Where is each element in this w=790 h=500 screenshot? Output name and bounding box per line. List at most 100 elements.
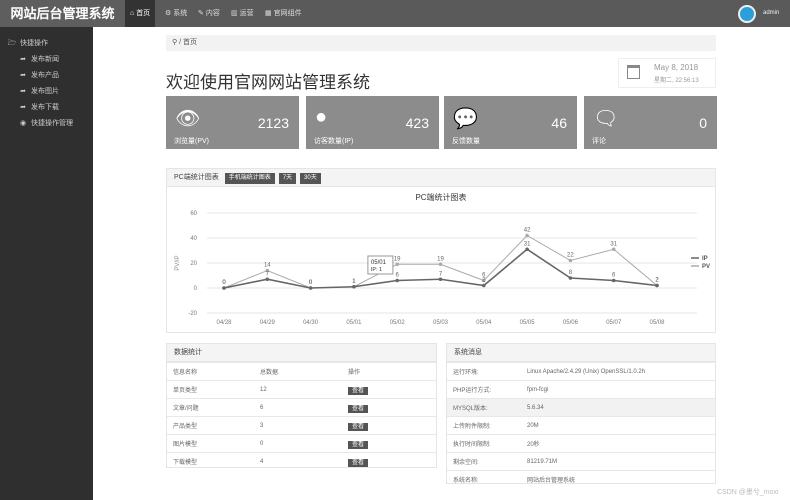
group-label: 快捷操作 <box>19 40 48 47</box>
stat-ip[interactable]: ● 423 访客数量(IP) <box>306 96 439 149</box>
table-row: 文章/问题 6 查看 <box>167 398 436 417</box>
breadcrumb-current[interactable]: 首页 <box>183 39 197 46</box>
cell-name: 单页类型 <box>167 380 254 399</box>
sidebar-group[interactable]: 🗁 快捷操作 <box>0 37 93 51</box>
eye-icon: 👁 <box>175 108 201 130</box>
x-tick-label: 05/07 <box>606 320 622 326</box>
nav-components[interactable]: ▦ 官网组件 <box>260 0 307 27</box>
data-point[interactable] <box>482 283 486 288</box>
comments-icon: 💬 <box>453 108 478 130</box>
bar-chart-icon: ▥ <box>231 10 238 17</box>
column-header: 操作 <box>342 362 436 381</box>
breadcrumb-sep: / <box>179 39 182 46</box>
data-label: 7 <box>266 271 270 277</box>
cell-label: 剩余空间: <box>447 452 521 471</box>
data-point[interactable] <box>222 286 226 290</box>
panel-title: 数据统计 <box>167 344 436 362</box>
table-row: MYSQL版本: 5.6.34 <box>447 398 715 417</box>
cell-value: 5.6.34 <box>521 398 715 417</box>
cell-count: 3 <box>254 416 342 435</box>
y-tick-label: 40 <box>190 236 197 242</box>
data-point[interactable] <box>438 262 443 267</box>
cell-action: 查看 <box>342 416 436 435</box>
nav-operations[interactable]: ▥ 运营 <box>226 0 259 27</box>
data-point[interactable] <box>395 262 399 267</box>
system-info-panel: 系统消息 运行环境: Linux Apache/2.4.29 (Unix) Ope… <box>446 343 716 489</box>
cell-label: 执行时间限制: <box>447 434 521 453</box>
cell-name: 文章/问题 <box>167 398 254 417</box>
nav-home[interactable]: ⌂ 首页 <box>125 0 156 27</box>
cell-value: fpm-fcgi <box>521 380 715 399</box>
data-point[interactable] <box>265 277 270 282</box>
data-point[interactable] <box>395 278 399 283</box>
legend-label[interactable]: IP <box>702 256 708 262</box>
data-label: 19 <box>394 256 401 262</box>
sidebar-item-product[interactable]: ➦ 发布产品 <box>0 69 93 83</box>
item-label: 发布图片 <box>30 88 59 95</box>
y-tick-label: 20 <box>190 261 197 267</box>
data-stats-table: 信息名称 总数据 操作 单页类型 12 查看 文章/问题 6 查看 产品类型 3 查看 图片模型 0 查看下… <box>167 362 436 471</box>
date-text: May 8, 2018 <box>654 63 699 72</box>
data-point[interactable] <box>568 258 573 263</box>
sidebar-item-manage[interactable]: ◉ 快捷操作管理 <box>0 117 93 131</box>
avatar[interactable] <box>738 5 756 23</box>
stat-feedback[interactable]: 💬 46 反馈数量 <box>444 96 577 149</box>
cell-label: 运行环境: <box>447 362 521 381</box>
data-label: 6 <box>396 273 400 279</box>
view-button[interactable]: 查看 <box>348 405 369 413</box>
data-point[interactable] <box>438 277 443 282</box>
data-point[interactable] <box>611 278 616 283</box>
stat-value: 46 <box>551 115 567 131</box>
stat-label: 浏览量(PV) <box>174 138 209 145</box>
logo: 网站后台管理系统 <box>0 0 125 27</box>
data-point[interactable] <box>611 247 616 252</box>
data-point[interactable] <box>655 283 659 288</box>
data-point[interactable] <box>525 247 529 252</box>
mobile-chart-button[interactable]: 手机端统计图表 <box>224 173 275 184</box>
cell-count: 12 <box>254 380 342 399</box>
7-days-button[interactable]: 7天 <box>278 173 297 184</box>
data-point[interactable] <box>308 286 313 290</box>
comment-icon: 🗨 <box>593 108 619 130</box>
legend-label[interactable]: PV <box>702 264 710 270</box>
stat-pv[interactable]: 👁 2123 浏览量(PV) <box>166 96 299 149</box>
home-icon: ⌂ <box>130 10 135 17</box>
view-button[interactable]: 查看 <box>348 423 369 431</box>
x-tick-label: 05/01 <box>346 320 362 326</box>
cell-label: MYSQL版本: <box>447 398 521 417</box>
username[interactable]: admin <box>763 0 779 27</box>
view-button[interactable]: 查看 <box>348 387 369 395</box>
view-button[interactable]: 查看 <box>348 441 369 449</box>
table-row: 运行环境: Linux Apache/2.4.29 (Unix) OpenSSL/… <box>447 362 715 381</box>
stat-value: 0 <box>699 115 707 131</box>
table-row: 上传附件限制: 20M <box>447 416 715 435</box>
y-tick-label: -20 <box>188 311 197 317</box>
data-label: 31 <box>524 241 531 247</box>
data-point[interactable] <box>352 284 356 289</box>
panel-title: 系统消息 <box>447 344 715 362</box>
item-label: 快捷操作管理 <box>30 120 73 127</box>
x-tick-label: 05/05 <box>520 320 536 326</box>
cell-value: 20秒 <box>521 434 715 453</box>
view-button[interactable]: 查看 <box>348 459 369 468</box>
stat-comments[interactable]: 🗨 0 评论 <box>584 96 717 149</box>
share-icon: ➦ <box>20 56 26 63</box>
chart-panel: PC端统计图表 手机端统计图表 7天 30天 PC端统计图表 60 40 20 0 -20 PV… <box>166 168 716 333</box>
30-days-button[interactable]: 30天 <box>300 173 321 184</box>
sidebar-item-news[interactable]: ➦ 发布新闻 <box>0 53 93 67</box>
sidebar-item-download[interactable]: ➦ 发布下载 <box>0 101 93 115</box>
cell-name: 下载模型 <box>167 452 254 471</box>
breadcrumb: ⚲ / 首页 <box>166 35 716 51</box>
data-point[interactable] <box>568 276 573 280</box>
nav-label: 官网组件 <box>273 10 302 17</box>
sidebar-item-image[interactable]: ➦ 发布图片 <box>0 85 93 99</box>
data-point[interactable] <box>525 233 529 238</box>
map-marker-icon: ⚲ <box>172 39 178 46</box>
nav-label: 系统 <box>173 10 188 17</box>
cell-action: 查看 <box>342 452 436 471</box>
x-tick-label: 05/06 <box>563 320 579 326</box>
stat-label: 评论 <box>592 138 606 145</box>
nav-content[interactable]: ✎ 内容 <box>193 0 225 27</box>
y-tick-label: 60 <box>190 211 197 217</box>
nav-system[interactable]: ⚙ 系统 <box>160 0 192 27</box>
